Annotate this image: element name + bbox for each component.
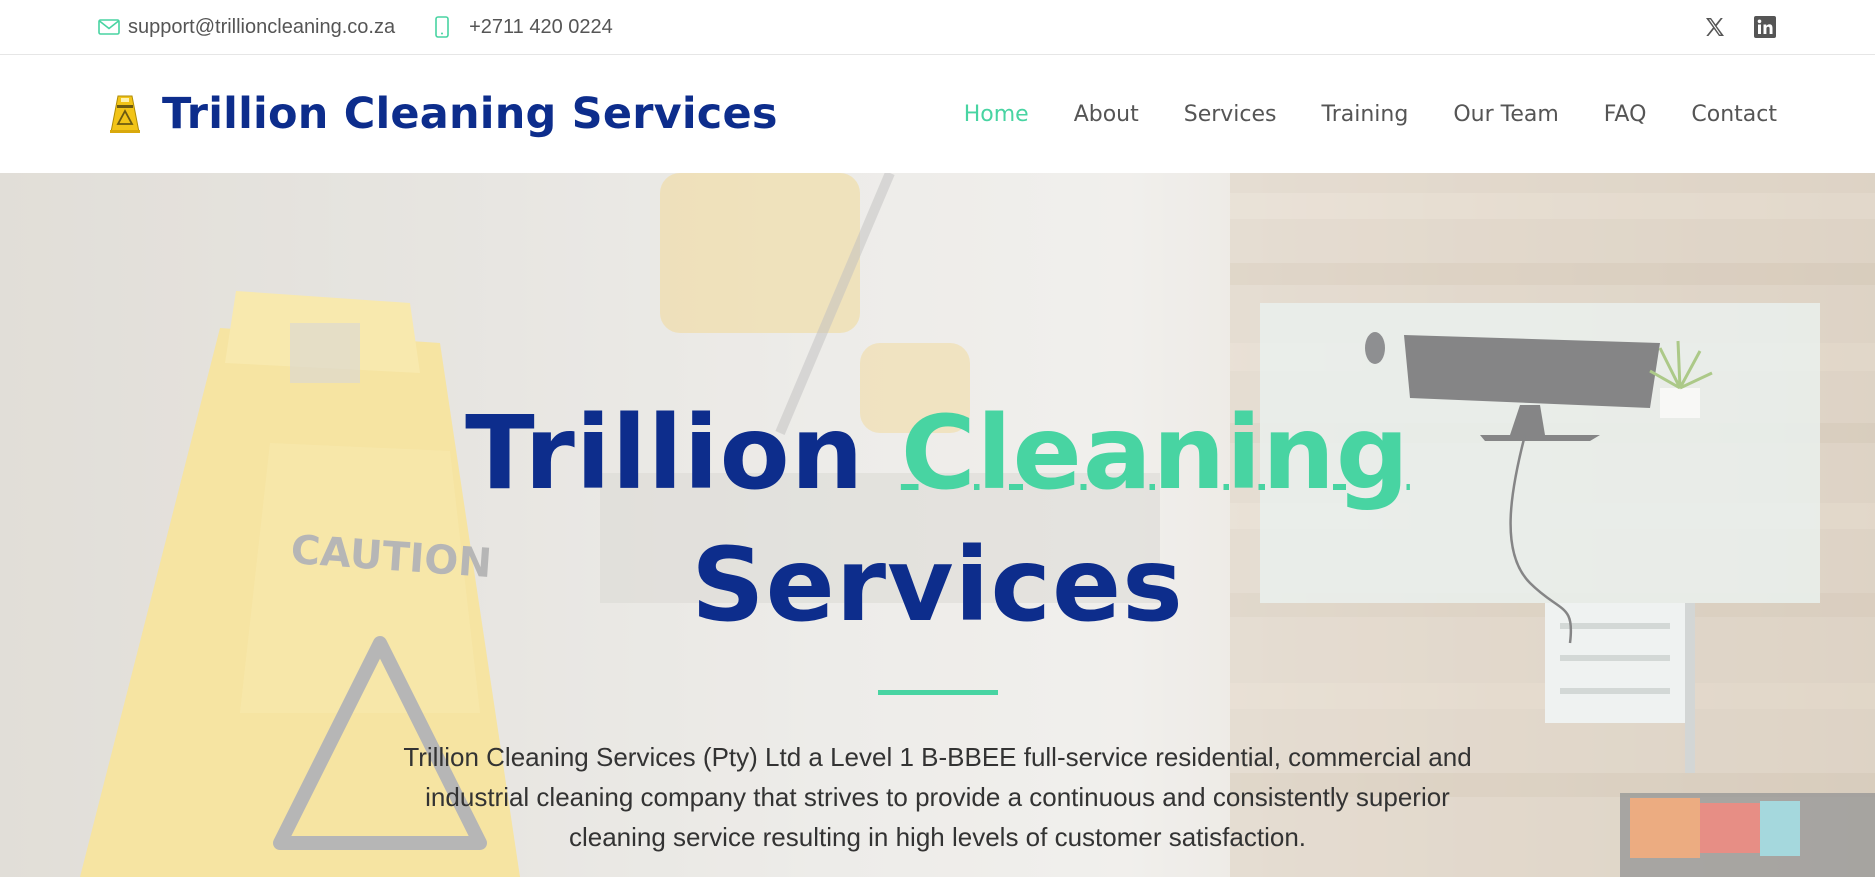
wet-floor-sign-icon xyxy=(110,95,140,133)
brand-title: Trillion Cleaning Services xyxy=(162,89,778,139)
hero-title: Trillion Cleaning Services xyxy=(0,388,1875,652)
email-link[interactable]: support@trillioncleaning.co.za xyxy=(98,16,395,39)
nav-about[interactable]: About xyxy=(1074,102,1139,127)
nav-contact[interactable]: Contact xyxy=(1691,102,1777,127)
hero-content: Trillion Cleaning Services Trillion Clea… xyxy=(0,388,1875,857)
phone-text: +2711 420 0224 xyxy=(469,15,613,38)
contact-info: support@trillioncleaning.co.za +2711 420… xyxy=(98,16,613,39)
main-nav: Home About Services Training Our Team FA… xyxy=(964,102,1777,127)
top-bar: support@trillioncleaning.co.za +2711 420… xyxy=(0,0,1875,55)
hero-title-accent: Cleaning xyxy=(900,394,1410,513)
mobile-phone-icon xyxy=(435,16,449,38)
linkedin-icon[interactable] xyxy=(1753,15,1777,39)
nav-faq[interactable]: FAQ xyxy=(1604,102,1647,127)
hero-description: Trillion Cleaning Services (Pty) Ltd a L… xyxy=(403,742,1472,852)
x-twitter-icon[interactable] xyxy=(1703,15,1727,39)
social-links xyxy=(1703,15,1777,39)
envelope-icon xyxy=(98,19,120,35)
hero-divider xyxy=(877,690,998,695)
hero-title-part2: Services xyxy=(691,526,1184,645)
brand-logo-link[interactable]: Trillion Cleaning Services xyxy=(108,89,778,139)
nav-services[interactable]: Services xyxy=(1184,102,1277,127)
hero-title-part1: Trillion xyxy=(465,394,865,513)
site-header: Trillion Cleaning Services Home About Se… xyxy=(0,55,1875,173)
phone-link[interactable]: +2711 420 0224 xyxy=(435,16,613,39)
nav-home[interactable]: Home xyxy=(964,102,1029,127)
nav-our-team[interactable]: Our Team xyxy=(1453,102,1558,127)
hero-section: CAUTION Trillion Cleaning Services Trill… xyxy=(0,173,1875,877)
email-text: support@trillioncleaning.co.za xyxy=(128,15,396,38)
nav-training[interactable]: Training xyxy=(1322,102,1409,127)
